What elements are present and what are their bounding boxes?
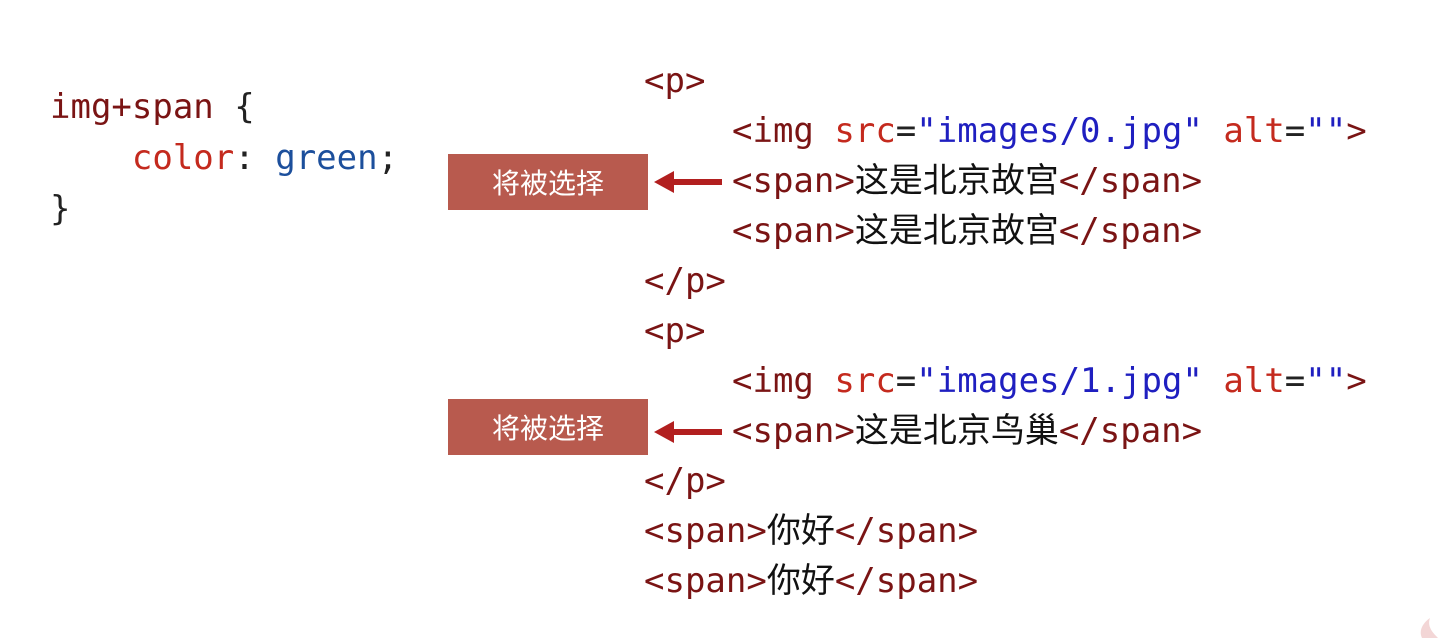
css-declaration-line: color: green; xyxy=(50,133,398,184)
eq-sign: = xyxy=(895,111,917,151)
src-attr: src xyxy=(834,111,896,151)
code-line-img-1: <img src="images/0.jpg" alt=""> xyxy=(644,106,1367,156)
css-semicolon: ; xyxy=(377,138,399,178)
will-be-selected-badge: 将被选择 xyxy=(448,154,648,210)
img-open-tag: <img xyxy=(732,111,814,151)
html-markup-code: <p> <img src="images/0.jpg" alt=""> <spa… xyxy=(644,56,1367,606)
span-text: 你好 xyxy=(766,511,835,551)
left-arrow-icon xyxy=(654,421,722,443)
src-attr: src xyxy=(834,361,896,401)
code-line-p-open-1: <p> xyxy=(644,56,1367,106)
code-line-img-2: <img src="images/1.jpg" alt=""> xyxy=(644,356,1367,406)
code-line-span-niaochao: <span>这是北京鸟巢</span> xyxy=(644,406,1367,456)
alt-value: "" xyxy=(1305,361,1347,401)
p-open-tag: <p> xyxy=(644,311,706,351)
span-open-tag: <span> xyxy=(644,511,767,551)
span-text: 这是北京故宫 xyxy=(854,161,1059,201)
css-rule-code: img+span { color: green; } xyxy=(50,82,398,235)
code-line-span-gugong-2: <span>这是北京故宫</span> xyxy=(644,206,1367,256)
span-close-tag: </span> xyxy=(834,561,979,601)
span-open-tag: <span> xyxy=(732,411,855,451)
img-open-tag: <img xyxy=(732,361,814,401)
eq-sign: = xyxy=(1284,361,1306,401)
tag-end: > xyxy=(1346,111,1367,151)
span-text: 这是北京故宫 xyxy=(854,211,1059,251)
src-value: "images/1.jpg" xyxy=(916,361,1203,401)
span-text: 这是北京鸟巢 xyxy=(854,411,1059,451)
span-close-tag: </span> xyxy=(1058,161,1203,201)
p-open-tag: <p> xyxy=(644,61,706,101)
css-property: color xyxy=(131,138,235,178)
css-close-brace: } xyxy=(50,189,71,229)
code-line-span-nihao-1: <span>你好</span> xyxy=(644,506,1367,556)
code-line-p-close-1: </p> xyxy=(644,256,1367,306)
src-value: "images/0.jpg" xyxy=(916,111,1203,151)
will-be-selected-badge: 将被选择 xyxy=(448,399,648,455)
css-close-line: } xyxy=(50,184,398,235)
span-close-tag: </span> xyxy=(834,511,979,551)
eq-sign: = xyxy=(895,361,917,401)
code-line-p-open-2: <p> xyxy=(644,306,1367,356)
span-open-tag: <span> xyxy=(732,211,855,251)
css-value: green xyxy=(275,138,378,178)
code-line-span-gugong-1: <span>这是北京故宫</span> xyxy=(644,156,1367,206)
eq-sign: = xyxy=(1284,111,1306,151)
css-selector-line: img+span { xyxy=(50,82,398,133)
css-colon: : xyxy=(234,138,255,178)
span-open-tag: <span> xyxy=(644,561,767,601)
css-selector: img+span xyxy=(50,87,214,127)
code-line-span-nihao-2: <span>你好</span> xyxy=(644,556,1367,606)
tag-end: > xyxy=(1346,361,1367,401)
alt-attr: alt xyxy=(1223,111,1285,151)
span-close-tag: </span> xyxy=(1058,411,1203,451)
span-text: 你好 xyxy=(766,561,835,601)
code-line-p-close-2: </p> xyxy=(644,456,1367,506)
p-close-tag: </p> xyxy=(644,261,726,301)
corner-logo-mark xyxy=(1420,618,1438,638)
p-close-tag: </p> xyxy=(644,461,726,501)
span-close-tag: </span> xyxy=(1058,211,1203,251)
alt-attr: alt xyxy=(1223,361,1285,401)
left-arrow-icon xyxy=(654,171,722,193)
css-open-brace: { xyxy=(234,87,255,127)
span-open-tag: <span> xyxy=(732,161,855,201)
alt-value: "" xyxy=(1305,111,1347,151)
